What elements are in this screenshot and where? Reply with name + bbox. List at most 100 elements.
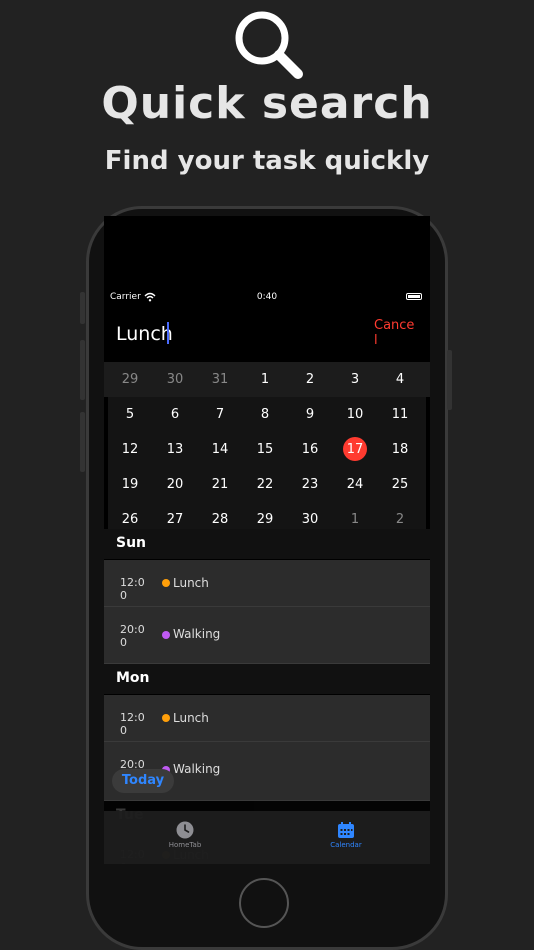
calendar-day[interactable]: 16 (288, 432, 332, 467)
calendar-day-number: 13 (166, 442, 184, 457)
calendar-day[interactable]: 19 (108, 467, 152, 502)
promo-subtitle: Find your task quickly (104, 146, 430, 176)
calendar-day[interactable]: 9 (288, 397, 332, 432)
search-icon (235, 11, 303, 79)
calendar-day[interactable]: 4 (378, 362, 422, 397)
calendar-day[interactable]: 7 (198, 397, 242, 432)
calendar-day-number: 3 (350, 372, 360, 387)
calendar-day-number: 20 (166, 477, 184, 492)
event-row[interactable]: 20:0 0 Walking (104, 607, 430, 664)
calendar-day[interactable]: 13 (153, 432, 197, 467)
calendar-day-number: 28 (211, 512, 229, 527)
category-dot-icon (162, 579, 170, 587)
calendar-day[interactable]: 22 (243, 467, 287, 502)
tab-calendar-label: Calendar (330, 841, 362, 849)
tab-home[interactable]: HomeTab (130, 821, 240, 849)
calendar-day[interactable]: 21 (198, 467, 242, 502)
calendar-day[interactable]: 20 (153, 467, 197, 502)
calendar-day-number: 23 (301, 477, 319, 492)
calendar-day-number: 15 (256, 442, 274, 457)
calendar-day-number: 17 (346, 442, 364, 457)
section-day-label: Mon (116, 670, 150, 686)
calendar-day-number: 30 (301, 512, 319, 527)
event-title: Walking (173, 762, 221, 776)
calendar-day-number: 7 (215, 407, 225, 422)
tab-bar: HomeTab Calendar (104, 811, 430, 864)
clock-icon (176, 821, 194, 839)
calendar-day-number: 31 (211, 372, 229, 387)
calendar-week-row: 19 20 21 22 23 24 25 (108, 467, 426, 503)
calendar-day-number: 29 (121, 372, 139, 387)
section-day-label: Sun (116, 535, 147, 551)
event-time: 12:00 (120, 576, 145, 602)
calendar-day-number: 24 (346, 477, 364, 492)
calendar-day-number: 11 (391, 407, 409, 422)
calendar-icon (338, 822, 354, 838)
calendar-day[interactable]: 30 (153, 362, 197, 397)
calendar-day-number: 18 (391, 442, 409, 457)
volume-down-button (80, 412, 85, 472)
calendar-day[interactable]: 15 (243, 432, 287, 467)
promo-title: Quick search (101, 78, 433, 129)
cancel-button[interactable]: Cance l (374, 318, 420, 348)
calendar-day-number: 25 (391, 477, 409, 492)
event-title: Walking (173, 627, 221, 641)
calendar-day-number: 30 (166, 372, 184, 387)
calendar-day[interactable]: 2 (288, 362, 332, 397)
calendar-day[interactable]: 18 (378, 432, 422, 467)
calendar-day[interactable]: 31 (198, 362, 242, 397)
calendar-day[interactable]: 11 (378, 397, 422, 432)
calendar-day-number: 16 (301, 442, 319, 457)
calendar-day-number: 14 (211, 442, 229, 457)
calendar-day-number: 8 (260, 407, 270, 422)
mute-switch (80, 292, 85, 324)
calendar-day-number: 12 (121, 442, 139, 457)
calendar-day[interactable]: 8 (243, 397, 287, 432)
calendar-day-number: 26 (121, 512, 139, 527)
calendar-day[interactable]: 17 (333, 432, 377, 467)
calendar-day[interactable]: 10 (333, 397, 377, 432)
calendar-day-number: 9 (305, 407, 315, 422)
calendar-day[interactable]: 5 (108, 397, 152, 432)
volume-up-button (80, 340, 85, 400)
calendar-day[interactable]: 6 (153, 397, 197, 432)
calendar-day[interactable]: 3 (333, 362, 377, 397)
calendar-day-number: 4 (395, 372, 405, 387)
event-title: Lunch (173, 576, 209, 590)
calendar-day-number: 21 (211, 477, 229, 492)
status-bar: Carrier 0:40 (104, 292, 430, 306)
calendar-week-row: 12 13 14 15 16 17 18 (108, 432, 426, 468)
event-time: 12:00 (120, 711, 145, 737)
calendar-day[interactable]: 29 (108, 362, 152, 397)
category-dot-icon (162, 714, 170, 722)
battery-icon (406, 293, 422, 300)
search-input[interactable] (116, 320, 346, 348)
calendar-week-row: 5 6 7 8 9 10 11 (108, 397, 426, 433)
calendar-day-number: 2 (305, 372, 315, 387)
today-button[interactable]: Today (112, 769, 174, 793)
calendar-day[interactable]: 23 (288, 467, 332, 502)
calendar-day[interactable]: 12 (108, 432, 152, 467)
calendar-day-number: 2 (395, 512, 405, 527)
category-dot-icon (162, 631, 170, 639)
calendar-week-row: 29 30 31 1 2 3 4 (104, 362, 430, 397)
calendar-day-number: 10 (346, 407, 364, 422)
section-header-sun: Sun (104, 529, 430, 559)
calendar-day-number: 1 (350, 512, 360, 527)
calendar-day-number: 22 (256, 477, 274, 492)
event-row[interactable]: 12:00 Lunch (104, 695, 430, 742)
calendar-day-number: 27 (166, 512, 184, 527)
section-header-mon: Mon (104, 664, 430, 694)
status-time: 0:40 (256, 292, 278, 302)
calendar-day[interactable]: 1 (243, 362, 287, 397)
calendar-day[interactable]: 14 (198, 432, 242, 467)
calendar-day-number: 6 (170, 407, 180, 422)
tab-calendar[interactable]: Calendar (291, 821, 401, 849)
event-time: 20:0 0 (120, 623, 145, 649)
home-button[interactable] (239, 878, 289, 928)
calendar-day-number: 29 (256, 512, 274, 527)
calendar-day[interactable]: 24 (333, 467, 377, 502)
calendar-day[interactable]: 25 (378, 467, 422, 502)
event-title: Lunch (173, 711, 209, 725)
event-row[interactable]: 12:00 Lunch (104, 560, 430, 607)
